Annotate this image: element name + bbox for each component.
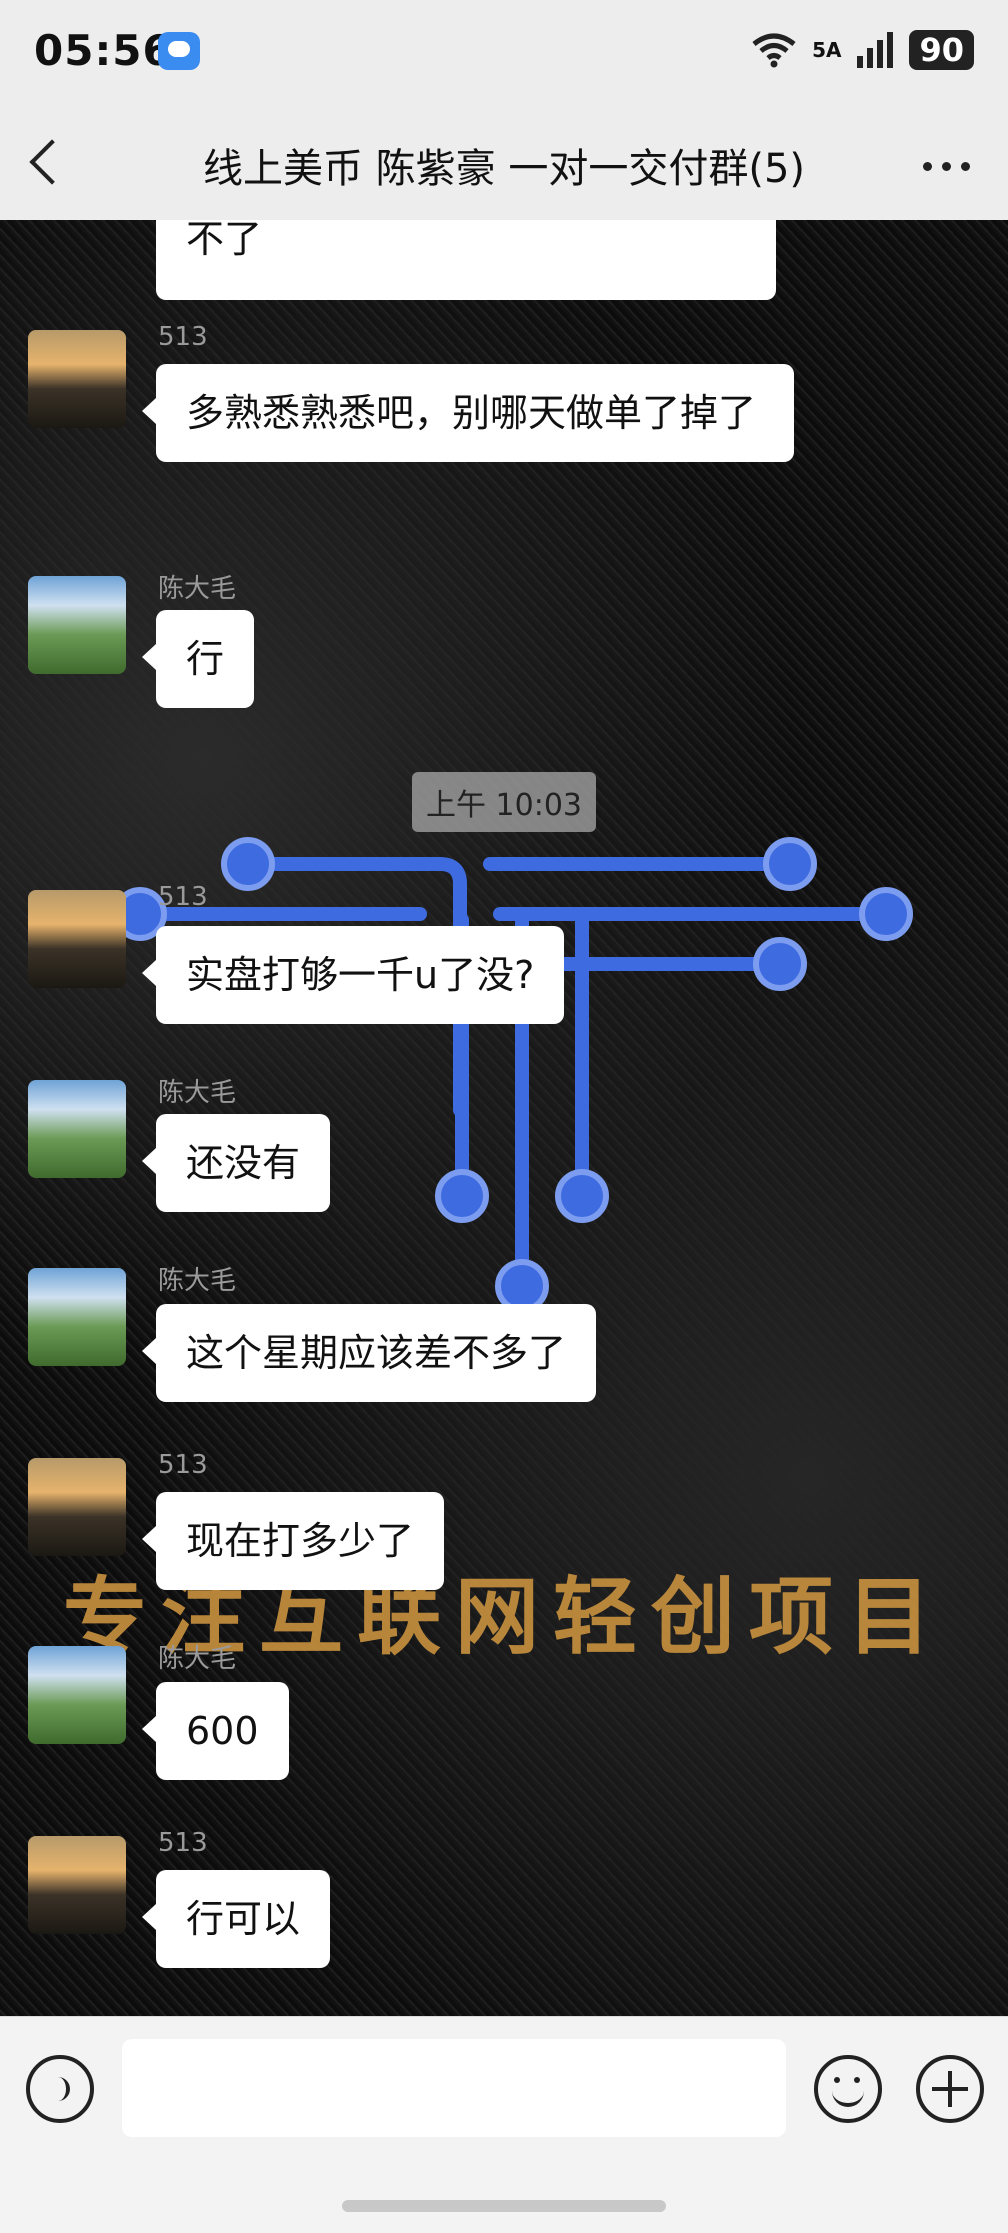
sender-name: 陈大毛	[158, 574, 237, 604]
network-type-label: 5A	[812, 38, 842, 62]
plus-icon[interactable]	[916, 2055, 984, 2123]
chat-header: 线上美币 陈紫豪 一对一交付群(5)	[0, 108, 1008, 221]
more-options-icon[interactable]	[923, 162, 970, 171]
avatar[interactable]	[28, 1080, 126, 1178]
sender-name: 陈大毛	[158, 1266, 237, 1296]
sender-name: 513	[158, 882, 208, 912]
message-bubble[interactable]: 现在打多少了	[141, 1492, 445, 1590]
status-bar: 05:56 5A 90	[0, 0, 1008, 108]
avatar[interactable]	[28, 576, 126, 674]
signal-icon	[857, 32, 894, 68]
status-time: 05:56	[34, 26, 173, 75]
message-bubble[interactable]: 行	[141, 610, 255, 708]
message-notification-icon	[158, 32, 200, 70]
battery-indicator: 90	[909, 30, 974, 70]
avatar[interactable]	[28, 1268, 126, 1366]
circuit-decoration	[113, 837, 913, 1313]
sender-name: 陈大毛	[158, 1078, 237, 1108]
sender-name: 陈大毛	[158, 1644, 237, 1674]
timestamp-label: 上午 10:03	[412, 772, 596, 832]
emoji-icon[interactable]	[814, 2055, 882, 2123]
background-watermark-text: 专注互联网轻创项目	[62, 1568, 945, 1666]
voice-input-icon[interactable]	[26, 2055, 94, 2123]
sender-name: 513	[158, 322, 208, 352]
message-bubble[interactable]: 600	[142, 1682, 289, 1780]
avatar[interactable]	[28, 1646, 126, 1744]
chat-title: 线上美币 陈紫豪 一对一交付群(5)	[202, 146, 806, 192]
message-bubble[interactable]: 多熟悉熟悉吧，别哪天做单了掉了	[142, 364, 794, 462]
sender-name: 513	[158, 1828, 208, 1858]
wifi-icon	[752, 33, 796, 68]
message-input[interactable]	[122, 2039, 786, 2137]
message-bubble[interactable]: 实盘打够一千u了没?	[141, 926, 565, 1024]
home-indicator[interactable]	[342, 2200, 666, 2212]
message-bubble[interactable]: 不了	[156, 220, 776, 300]
avatar[interactable]	[28, 1836, 126, 1934]
chat-area[interactable]: 专注互联网轻创项目 不了 513 多熟悉熟悉吧，别哪天做单了掉了 陈大毛 行 上…	[0, 220, 1008, 2016]
avatar[interactable]	[28, 330, 126, 428]
message-bubble[interactable]: 这个星期应该差不多了	[141, 1304, 597, 1402]
status-indicators: 5A 90	[750, 30, 974, 70]
message-bubble[interactable]: 行可以	[141, 1870, 331, 1968]
sender-name: 513	[158, 1450, 208, 1480]
message-bubble[interactable]: 还没有	[141, 1114, 331, 1212]
avatar[interactable]	[28, 1458, 126, 1556]
avatar[interactable]	[28, 890, 126, 988]
